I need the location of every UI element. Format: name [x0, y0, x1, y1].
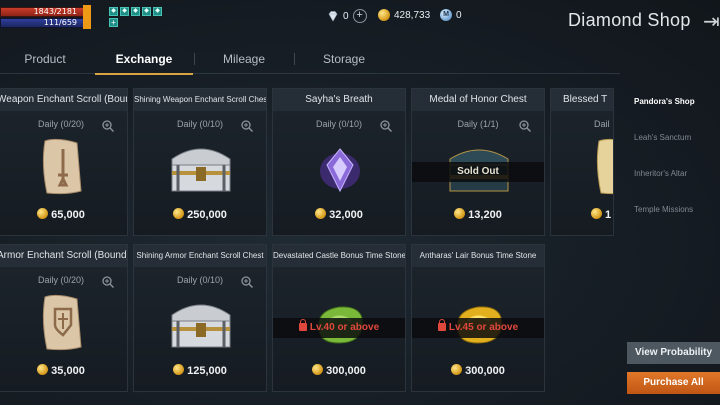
level-lock-badge: Lv.40 or above	[273, 318, 405, 338]
buff-list: ◆ ◆ ◆ ◆ ◆	[109, 7, 162, 16]
gold-coin-icon	[378, 9, 390, 21]
buff-icon[interactable]: ◆	[120, 7, 129, 16]
sidebar-item-temple-missions[interactable]: Temple Missions	[622, 196, 720, 232]
tab-exchange[interactable]: Exchange	[95, 44, 193, 75]
item-title: Medal of Honor Chest	[412, 89, 544, 111]
chest-icon	[171, 148, 231, 192]
hp-text: 1843/2181	[33, 7, 77, 16]
gold-coin-icon	[173, 208, 185, 219]
item-card-armor-scroll[interactable]: Armor Enchant Scroll (Bound) Daily (0/20…	[0, 244, 128, 392]
buff-icon[interactable]: ◆	[142, 7, 151, 16]
top-bar: 1843/2181 111/659 ◆ ◆ ◆ ◆ ◆ + 0 + 428,73…	[0, 0, 720, 44]
purchase-all-button[interactable]: Purchase All	[627, 372, 720, 394]
item-card-weapon-chest[interactable]: Shining Weapon Enchant Scroll Chest Dail…	[133, 88, 267, 236]
diamond-amount: 0	[343, 10, 349, 22]
crystal-icon	[320, 148, 360, 193]
item-title: Weapon Enchant Scroll (Bound)	[0, 89, 127, 111]
mileage-coin-icon: M	[440, 9, 452, 21]
chest-icon	[171, 304, 231, 348]
gold-coin-icon	[315, 208, 327, 219]
buff-icon[interactable]: ◆	[131, 7, 140, 16]
zoom-icon[interactable]	[101, 275, 115, 289]
lock-icon	[298, 319, 307, 331]
item-title: Shining Weapon Enchant Scroll Chest	[134, 89, 266, 111]
sidebar-item-pandoras-shop[interactable]: Pandora's Shop	[622, 88, 720, 124]
gold-coin-icon	[37, 208, 49, 219]
zoom-icon[interactable]	[379, 119, 393, 133]
level-marker	[83, 5, 91, 29]
add-diamond-button[interactable]: +	[352, 9, 367, 23]
mileage-amount: 0	[456, 9, 462, 21]
gold-coin-icon	[37, 364, 49, 375]
blessed-scroll-icon	[596, 138, 613, 195]
tab-divider	[294, 53, 295, 65]
item-price: 1	[551, 208, 613, 221]
item-title: Armor Enchant Scroll (Bound)	[0, 245, 127, 267]
item-price: 65,000	[0, 208, 127, 221]
tab-mileage[interactable]: Mileage	[196, 44, 292, 74]
item-card-antharas-stone[interactable]: Antharas' Lair Bonus Time Stone Lv.45 or…	[411, 244, 545, 392]
item-title: Sayha's Breath	[273, 89, 405, 111]
item-card-medal-chest[interactable]: Medal of Honor Chest Daily (1/1) Sold Ou…	[411, 88, 545, 236]
zoom-icon[interactable]	[240, 119, 254, 133]
plus-icon[interactable]: +	[109, 18, 118, 27]
sidebar-item-leahs-sanctum[interactable]: Leah's Sanctum	[622, 124, 720, 160]
lock-icon	[437, 319, 446, 331]
item-price: 300,000	[273, 364, 405, 377]
tab-bar: Product Exchange Mileage Storage	[0, 44, 620, 75]
tab-divider	[194, 53, 195, 65]
gold-coin-icon	[454, 208, 466, 219]
diamond-currency: 0 +	[327, 9, 367, 23]
weapon-scroll-icon	[42, 138, 82, 195]
buff-icon[interactable]: ◆	[109, 7, 118, 16]
mileage-currency: M 0	[440, 9, 462, 21]
zoom-icon[interactable]	[518, 119, 532, 133]
item-price: 32,000	[273, 208, 405, 221]
buff-icon[interactable]: ◆	[153, 7, 162, 16]
gold-amount: 428,733	[394, 9, 431, 21]
mp-text: 111/659	[43, 18, 77, 27]
item-price: 300,000	[412, 364, 544, 377]
arrow-right-icon[interactable]: ⇥	[703, 9, 720, 34]
gold-coin-icon	[312, 364, 324, 375]
zoom-icon[interactable]	[101, 119, 115, 133]
gold-coin-icon	[451, 364, 463, 375]
item-card-weapon-scroll[interactable]: Weapon Enchant Scroll (Bound) Daily (0/2…	[0, 88, 128, 236]
purchase-limit: Dail	[594, 119, 610, 129]
item-title: Blessed T	[551, 89, 613, 111]
shop-category-list: Pandora's Shop Leah's Sanctum Inheritor'…	[622, 88, 720, 232]
hp-bar: 1843/2181	[0, 7, 86, 17]
page-title: Diamond Shop	[568, 10, 691, 30]
item-title: Devastated Castle Bonus Time Stone	[273, 245, 405, 267]
sidebar-item-inheritors-altar[interactable]: Inheritor's Altar	[622, 160, 720, 196]
mp-bar: 111/659	[0, 18, 86, 28]
item-price: 125,000	[134, 364, 266, 377]
gold-currency: 428,733	[378, 9, 430, 21]
diamond-icon	[328, 11, 338, 22]
gold-coin-icon	[173, 364, 185, 375]
view-probability-button[interactable]: View Probability	[627, 342, 720, 364]
item-price: 250,000	[134, 208, 266, 221]
item-title: Antharas' Lair Bonus Time Stone	[412, 245, 544, 267]
level-lock-badge: Lv.45 or above	[412, 318, 544, 338]
tab-storage[interactable]: Storage	[296, 44, 392, 74]
item-title: Shining Armor Enchant Scroll Chest	[134, 245, 266, 267]
item-card-blessed-scroll[interactable]: Blessed T Dail 1	[550, 88, 614, 236]
sold-out-badge: Sold Out	[412, 162, 544, 182]
item-price: 13,200	[412, 208, 544, 221]
item-price: 35,000	[0, 364, 127, 377]
tab-product[interactable]: Product	[0, 44, 90, 74]
zoom-icon[interactable]	[240, 275, 254, 289]
item-card-sayhas-breath[interactable]: Sayha's Breath Daily (0/10) 32,000	[272, 88, 406, 236]
item-card-castle-stone[interactable]: Devastated Castle Bonus Time Stone Lv.40…	[272, 244, 406, 392]
item-card-armor-chest[interactable]: Shining Armor Enchant Scroll Chest Daily…	[133, 244, 267, 392]
armor-scroll-icon	[42, 294, 82, 351]
gold-coin-icon	[591, 208, 602, 219]
